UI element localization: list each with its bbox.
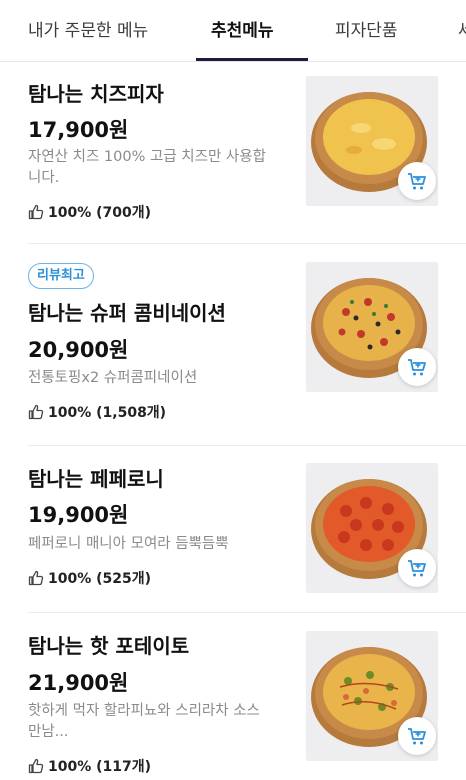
menu-item-rating: 100% (700개) (28, 202, 151, 222)
tab-my-orders[interactable]: 내가 주문한 메뉴 (28, 16, 148, 41)
add-to-cart-button[interactable] (398, 549, 436, 587)
cart-add-icon (408, 560, 426, 577)
menu-item-photo (306, 463, 438, 593)
rating-text: 100% (525개) (48, 571, 152, 587)
thumbs-up-icon (28, 570, 44, 586)
menu-item-cheese[interactable]: 탐나는 치즈피자 17,900원 자연산 치즈 100% 고급 치즈만 사용합니… (0, 62, 466, 243)
thumbs-up-icon (28, 404, 44, 420)
menu-item-pepperoni[interactable]: 탐나는 페페로니 19,900원 페퍼로니 매니아 모여라 듬뿍듬뿍 100% … (0, 446, 466, 612)
thumbs-up-icon (28, 758, 44, 774)
cart-add-icon (408, 173, 426, 190)
menu-item-price: 17,900원 (28, 118, 129, 142)
menu-item-name: 탐나는 핫 포테이토 (28, 634, 190, 658)
cart-add-icon (408, 359, 426, 376)
add-to-cart-button[interactable] (398, 717, 436, 755)
rating-text: 100% (117개) (48, 759, 152, 775)
tab-single-pizza[interactable]: 피자단품 (335, 16, 398, 41)
menu-item-photo (306, 262, 438, 392)
menu-item-rating: 100% (525개) (28, 568, 151, 588)
menu-item-description: 페퍼로니 매니아 모여라 듬뿍듬뿍 (28, 536, 229, 552)
menu-item-rating: 100% (1,508개) (28, 402, 166, 422)
menu-item-name: 탐나는 슈퍼 콤비네이션 (28, 301, 226, 325)
active-tab-indicator (196, 58, 308, 61)
menu-item-description: 전통토핑x2 슈퍼콤피네이션 (28, 370, 198, 386)
tab-next[interactable]: 세 (458, 16, 466, 41)
menu-item-name: 탐나는 페페로니 (28, 467, 164, 491)
rating-text: 100% (1,508개) (48, 405, 167, 421)
thumbs-up-icon (28, 204, 44, 220)
add-to-cart-button[interactable] (398, 348, 436, 386)
menu-item-photo (306, 631, 438, 761)
menu-item-rating: 100% (117개) (28, 756, 151, 776)
menu-item-price: 19,900원 (28, 503, 129, 527)
menu-item-name: 탐나는 치즈피자 (28, 82, 164, 106)
menu-item-description: 핫하게 먹자 할라피뇨와 스리라차 소스 만남... (28, 703, 260, 740)
menu-item-price: 20,900원 (28, 338, 129, 362)
menu-item-photo (306, 76, 438, 206)
menu-item-price: 21,900원 (28, 671, 129, 695)
best-review-badge: 리뷰최고 (28, 263, 94, 289)
menu-tab-bar: 내가 주문한 메뉴 추천메뉴 피자단품 세 (0, 0, 466, 62)
tab-recommended[interactable]: 추천메뉴 (211, 16, 274, 41)
add-to-cart-button[interactable] (398, 162, 436, 200)
rating-text: 100% (700개) (48, 205, 152, 221)
menu-item-hot-potato[interactable]: 탐나는 핫 포테이토 21,900원 핫하게 먹자 할라피뇨와 스리라차 소스 … (0, 613, 466, 780)
menu-item-super-combination[interactable]: 리뷰최고 탐나는 슈퍼 콤비네이션 20,900원 전통토핑x2 슈퍼콤피네이션… (0, 244, 466, 445)
cart-add-icon (408, 728, 426, 745)
menu-item-description: 자연산 치즈 100% 고급 치즈만 사용합니다. (28, 149, 266, 186)
